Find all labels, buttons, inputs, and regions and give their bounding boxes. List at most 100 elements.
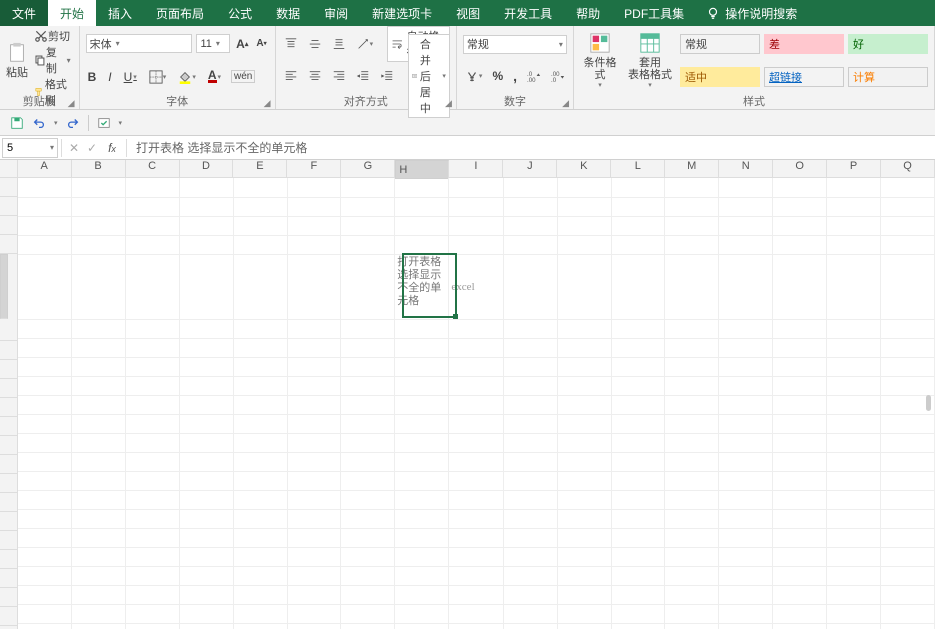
cell[interactable] xyxy=(557,395,611,414)
cut-button[interactable]: 剪切 xyxy=(32,28,73,44)
cell[interactable] xyxy=(665,376,719,395)
cell[interactable] xyxy=(395,376,449,395)
cell[interactable] xyxy=(125,235,179,254)
cell[interactable] xyxy=(880,623,934,629)
cell[interactable] xyxy=(665,433,719,452)
cell[interactable] xyxy=(233,433,287,452)
font-dialog-launcher[interactable]: ◢ xyxy=(264,98,271,109)
cell[interactable] xyxy=(611,395,665,414)
cell[interactable] xyxy=(611,471,665,490)
align-center-button[interactable] xyxy=(306,69,324,83)
cell[interactable] xyxy=(773,471,827,490)
cell[interactable] xyxy=(773,319,827,338)
cell[interactable] xyxy=(449,471,503,490)
cell[interactable] xyxy=(18,547,72,566)
cell[interactable] xyxy=(503,338,557,357)
cell[interactable] xyxy=(880,216,934,235)
cell[interactable] xyxy=(880,471,934,490)
cell[interactable] xyxy=(719,433,773,452)
cell[interactable] xyxy=(341,319,395,338)
cell[interactable] xyxy=(557,509,611,528)
cell[interactable] xyxy=(18,197,72,216)
row-header[interactable] xyxy=(0,417,17,436)
cell[interactable] xyxy=(611,585,665,604)
cell[interactable] xyxy=(611,319,665,338)
cell[interactable] xyxy=(287,433,341,452)
cell[interactable] xyxy=(449,216,503,235)
column-header-L[interactable]: L xyxy=(611,160,665,177)
cell[interactable] xyxy=(880,528,934,547)
cell[interactable] xyxy=(395,547,449,566)
cell-style-neutral[interactable]: 适中 xyxy=(680,67,760,87)
cell[interactable] xyxy=(719,509,773,528)
cell[interactable] xyxy=(341,216,395,235)
cell[interactable] xyxy=(557,471,611,490)
column-header-F[interactable]: F xyxy=(287,160,341,177)
cell[interactable] xyxy=(449,357,503,376)
name-box[interactable]: ▾ xyxy=(2,138,58,158)
cell[interactable] xyxy=(395,566,449,585)
cell[interactable] xyxy=(611,235,665,254)
cell[interactable] xyxy=(665,490,719,509)
phonetic-button[interactable]: wén xyxy=(231,70,255,83)
cell[interactable] xyxy=(233,490,287,509)
cell[interactable] xyxy=(287,452,341,471)
cell[interactable] xyxy=(125,178,179,197)
cell-style-hyperlink[interactable]: 超链接 xyxy=(764,67,844,87)
tab-home[interactable]: 开始 xyxy=(48,0,96,26)
cell[interactable] xyxy=(880,235,934,254)
cell[interactable] xyxy=(719,547,773,566)
alignment-dialog-launcher[interactable]: ◢ xyxy=(445,98,452,109)
cell[interactable] xyxy=(611,357,665,376)
column-header-G[interactable]: G xyxy=(341,160,395,177)
cell[interactable] xyxy=(341,178,395,197)
accounting-format-button[interactable]: ▾ xyxy=(463,69,485,83)
cell[interactable] xyxy=(557,197,611,216)
row-header[interactable] xyxy=(0,197,17,216)
cell[interactable] xyxy=(179,178,233,197)
cell[interactable] xyxy=(719,604,773,623)
cell[interactable] xyxy=(287,566,341,585)
cell[interactable] xyxy=(665,547,719,566)
cell[interactable] xyxy=(557,452,611,471)
cell[interactable] xyxy=(18,433,72,452)
cell[interactable] xyxy=(773,433,827,452)
number-format-select[interactable]: 常规▾ xyxy=(463,35,567,54)
row-header[interactable] xyxy=(0,588,17,607)
align-middle-button[interactable] xyxy=(306,37,324,51)
cell[interactable] xyxy=(72,254,126,319)
cell[interactable] xyxy=(773,414,827,433)
row-header[interactable] xyxy=(0,550,17,569)
cell[interactable] xyxy=(287,319,341,338)
decrease-decimal-button[interactable]: .00.0 xyxy=(549,69,567,83)
cell[interactable] xyxy=(18,452,72,471)
cell[interactable] xyxy=(287,395,341,414)
align-top-button[interactable] xyxy=(282,37,300,51)
increase-indent-button[interactable] xyxy=(378,69,396,83)
cell[interactable] xyxy=(341,566,395,585)
cell[interactable] xyxy=(503,471,557,490)
cell[interactable] xyxy=(557,604,611,623)
row-header[interactable] xyxy=(0,178,17,197)
cell[interactable] xyxy=(719,528,773,547)
cell[interactable] xyxy=(72,338,126,357)
tab-review[interactable]: 审阅 xyxy=(312,0,360,26)
formula-input[interactable] xyxy=(130,138,935,158)
cell[interactable] xyxy=(449,319,503,338)
cell[interactable] xyxy=(611,376,665,395)
cell[interactable] xyxy=(773,547,827,566)
cell[interactable] xyxy=(179,395,233,414)
row-header[interactable] xyxy=(0,398,17,417)
cell[interactable] xyxy=(179,585,233,604)
cell[interactable] xyxy=(719,216,773,235)
insert-function-button[interactable]: fx xyxy=(101,141,123,155)
cell[interactable] xyxy=(503,254,557,319)
cell[interactable] xyxy=(665,197,719,216)
cell[interactable] xyxy=(125,471,179,490)
cell[interactable] xyxy=(72,604,126,623)
format-as-table-button[interactable]: 套用 表格格式▾ xyxy=(626,28,674,92)
cell[interactable] xyxy=(233,509,287,528)
cell[interactable] xyxy=(880,604,934,623)
cell[interactable] xyxy=(72,178,126,197)
cell[interactable] xyxy=(827,509,881,528)
